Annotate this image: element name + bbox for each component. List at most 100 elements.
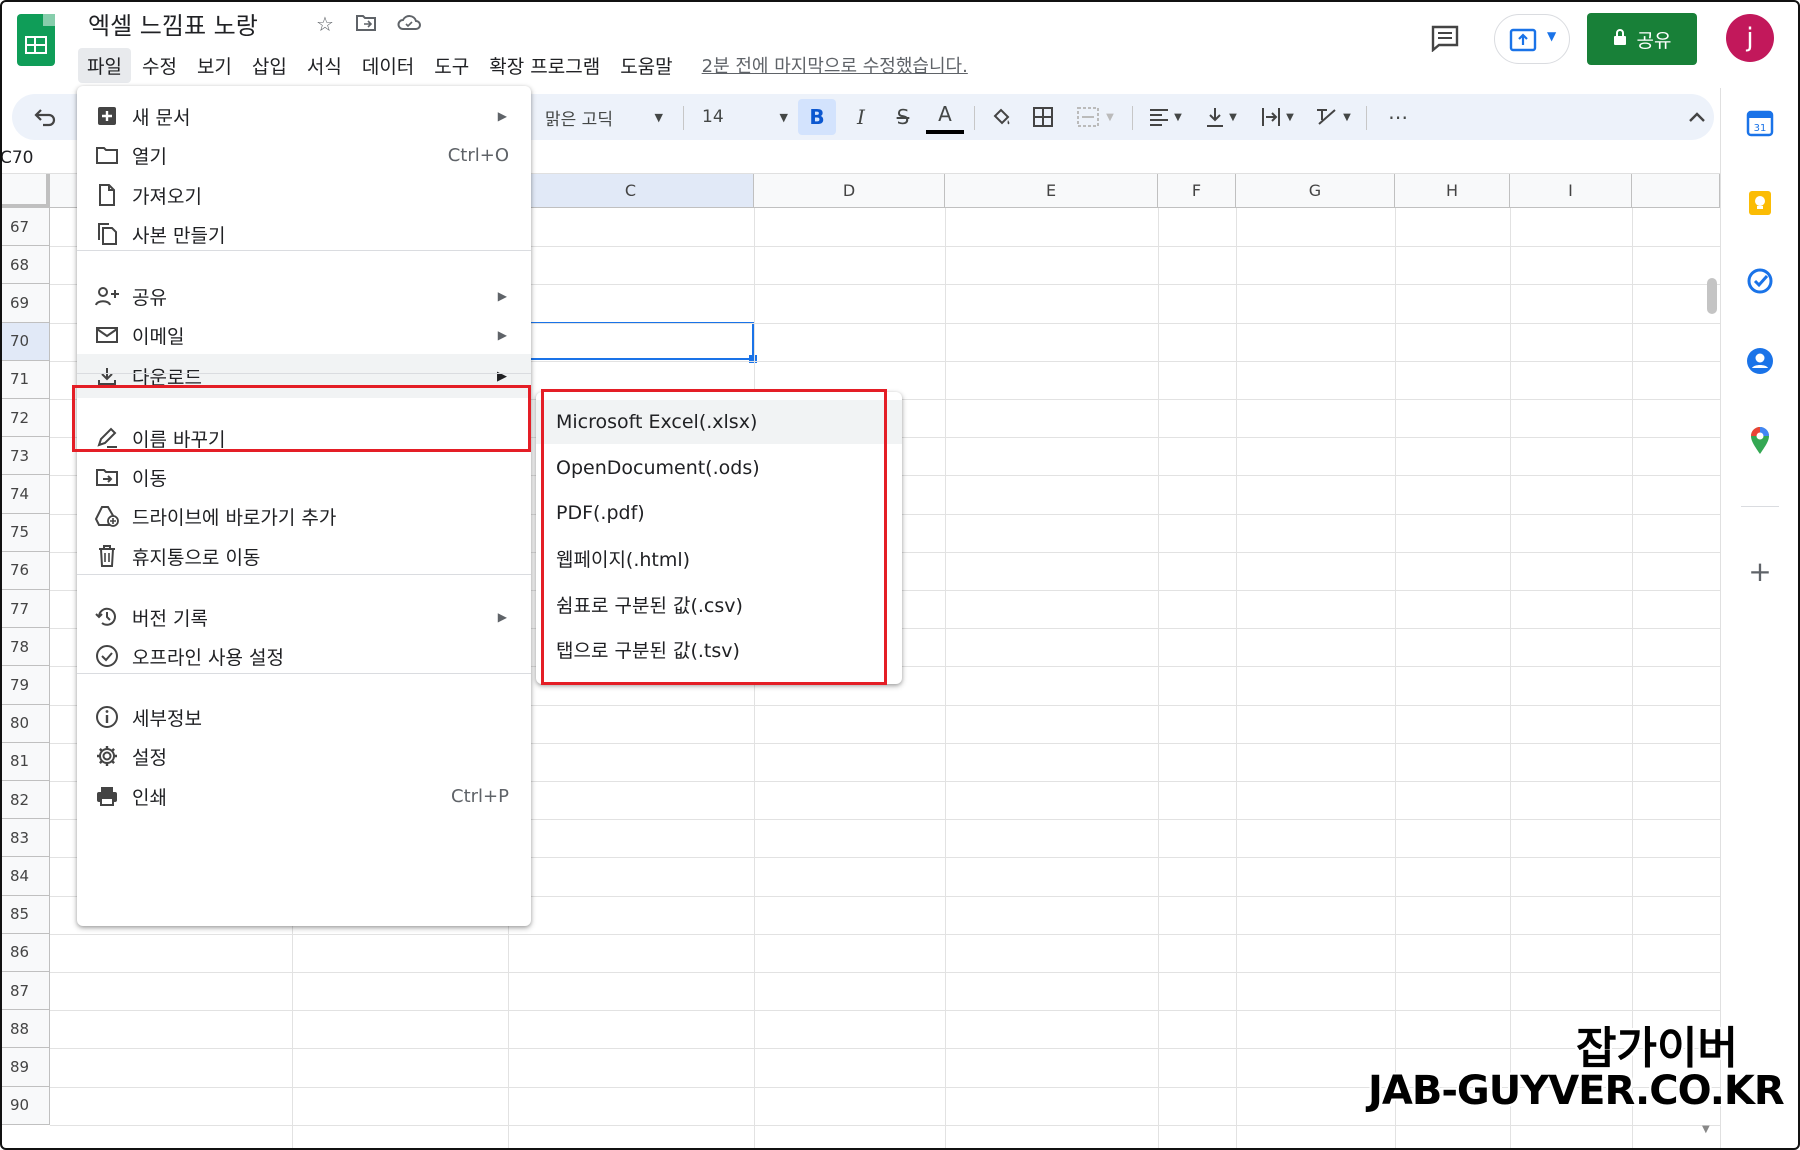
- menu-data[interactable]: 데이터: [353, 48, 423, 83]
- column-header[interactable]: D: [754, 174, 945, 208]
- vertical-scrollbar[interactable]: [1707, 278, 1717, 314]
- file-menu-item[interactable]: 세부정보: [77, 695, 531, 739]
- column-header[interactable]: H: [1395, 174, 1510, 208]
- menu-file[interactable]: 파일: [78, 47, 131, 83]
- printer-icon: [94, 783, 120, 809]
- column-header[interactable]: E: [945, 174, 1158, 208]
- scroll-down-icon[interactable]: ▼: [1702, 1124, 1710, 1135]
- menu-tools[interactable]: 도구: [425, 48, 478, 83]
- more-options-icon[interactable]: ⋯: [1380, 94, 1416, 140]
- menu-insert[interactable]: 삽입: [243, 48, 296, 83]
- file-menu-item[interactable]: 이메일 ▶: [77, 313, 531, 357]
- fill-color-icon[interactable]: [982, 94, 1020, 140]
- file-menu-item[interactable]: 오프라인 사용 설정: [77, 634, 531, 678]
- share-button[interactable]: 공유: [1587, 13, 1697, 65]
- row-header[interactable]: 87: [0, 972, 50, 1011]
- row-header[interactable]: 81: [0, 742, 50, 781]
- last-edit-link[interactable]: 2분 전에 마지막으로 수정했습니다.: [702, 52, 968, 78]
- calendar-icon[interactable]: 31: [1743, 106, 1777, 140]
- italic-button[interactable]: I: [842, 94, 880, 140]
- row-header[interactable]: 82: [0, 781, 50, 820]
- menu-extensions[interactable]: 확장 프로그램: [480, 48, 609, 83]
- merge-cells-icon[interactable]: ▼: [1066, 94, 1124, 140]
- row-header[interactable]: 71: [0, 360, 50, 399]
- file-menu-item[interactable]: 새 문서 ▶: [77, 94, 531, 138]
- row-header[interactable]: 70: [0, 322, 50, 361]
- row-header[interactable]: 68: [0, 246, 50, 285]
- keep-icon[interactable]: [1743, 186, 1777, 220]
- toolbar-divider: [1132, 106, 1133, 130]
- selected-cell[interactable]: [528, 322, 754, 360]
- fill-handle[interactable]: [749, 355, 757, 363]
- font-family-select[interactable]: 맑은 고딕 ▼: [545, 94, 671, 140]
- row-header[interactable]: 67: [0, 208, 50, 247]
- menu-format[interactable]: 서식: [298, 48, 351, 83]
- column-header[interactable]: G: [1236, 174, 1395, 208]
- row-header[interactable]: 79: [0, 666, 50, 705]
- present-icon: [1509, 28, 1537, 52]
- info-icon: [94, 704, 120, 730]
- column-header[interactable]: [1632, 174, 1720, 208]
- text-wrap-icon[interactable]: ▼: [1252, 94, 1302, 140]
- bold-button[interactable]: B: [798, 99, 836, 135]
- font-size-select[interactable]: 14 ▼: [702, 94, 792, 140]
- row-header[interactable]: 69: [0, 284, 50, 323]
- row-header[interactable]: 86: [0, 933, 50, 972]
- chevron-down-icon: ▼: [1547, 29, 1557, 43]
- row-header[interactable]: 80: [0, 704, 50, 743]
- comment-icon[interactable]: [1430, 24, 1460, 56]
- file-menu-item[interactable]: 공유 ▶: [77, 274, 531, 318]
- row-header[interactable]: 84: [0, 857, 50, 896]
- menu-bar: 파일 수정 보기 삽입 서식 데이터 도구 확장 프로그램 도움말 2분 전에 …: [78, 47, 968, 83]
- file-menu-item[interactable]: 버전 기록 ▶: [77, 595, 531, 639]
- tasks-icon[interactable]: [1743, 264, 1777, 298]
- row-header[interactable]: 88: [0, 1010, 50, 1049]
- present-button[interactable]: ▼: [1494, 14, 1570, 64]
- text-color-button[interactable]: A: [926, 98, 964, 134]
- menu-view[interactable]: 보기: [188, 48, 241, 83]
- row-header[interactable]: 72: [0, 399, 50, 438]
- sheets-logo-icon[interactable]: [17, 14, 55, 66]
- star-icon[interactable]: ☆: [313, 12, 337, 36]
- row-header[interactable]: 73: [0, 437, 50, 476]
- avatar[interactable]: j: [1726, 14, 1774, 62]
- name-box[interactable]: C70: [0, 148, 34, 168]
- cloud-status-icon[interactable]: [396, 12, 421, 36]
- row-header[interactable]: 89: [0, 1048, 50, 1087]
- file-menu-item[interactable]: 열기 Ctrl+O: [77, 133, 531, 177]
- row-header[interactable]: 85: [0, 895, 50, 934]
- add-addon-icon[interactable]: +: [1743, 554, 1777, 588]
- file-menu-item[interactable]: 이동: [77, 455, 531, 499]
- column-header[interactable]: C: [508, 174, 754, 208]
- contacts-icon[interactable]: [1743, 344, 1777, 378]
- row-header[interactable]: 78: [0, 628, 50, 667]
- file-menu-item[interactable]: 가져오기: [77, 173, 531, 217]
- file-menu-item-label: 공유: [132, 286, 167, 309]
- menu-edit[interactable]: 수정: [133, 48, 186, 83]
- collapse-toolbar-icon[interactable]: [1682, 94, 1712, 140]
- row-header[interactable]: 75: [0, 513, 50, 552]
- maps-icon[interactable]: [1743, 424, 1777, 458]
- text-rotation-icon[interactable]: ▼: [1308, 94, 1358, 140]
- file-menu-item[interactable]: 설정: [77, 734, 531, 778]
- menu-help[interactable]: 도움말: [611, 48, 681, 83]
- file-menu-item[interactable]: 드라이브에 바로가기 추가: [77, 494, 531, 538]
- undo-icon[interactable]: [30, 94, 60, 140]
- select-all-corner[interactable]: [0, 174, 50, 208]
- row-header[interactable]: 77: [0, 590, 50, 629]
- row-header[interactable]: 90: [0, 1086, 50, 1125]
- strikethrough-button[interactable]: S: [884, 94, 922, 140]
- move-folder-icon[interactable]: [354, 12, 378, 36]
- row-header[interactable]: 76: [0, 551, 50, 590]
- borders-icon[interactable]: [1024, 94, 1062, 140]
- row-header[interactable]: 83: [0, 819, 50, 858]
- font-size-value: 14: [702, 107, 724, 127]
- file-menu-item[interactable]: 인쇄 Ctrl+P: [77, 774, 531, 818]
- file-menu-item[interactable]: 휴지통으로 이동: [77, 534, 531, 578]
- column-header[interactable]: I: [1510, 174, 1632, 208]
- horizontal-align-icon[interactable]: ▼: [1140, 94, 1190, 140]
- row-header[interactable]: 74: [0, 475, 50, 514]
- vertical-align-icon[interactable]: ▼: [1196, 94, 1246, 140]
- document-title[interactable]: 엑셀 느낌표 노랑: [88, 6, 258, 41]
- column-header[interactable]: F: [1158, 174, 1236, 208]
